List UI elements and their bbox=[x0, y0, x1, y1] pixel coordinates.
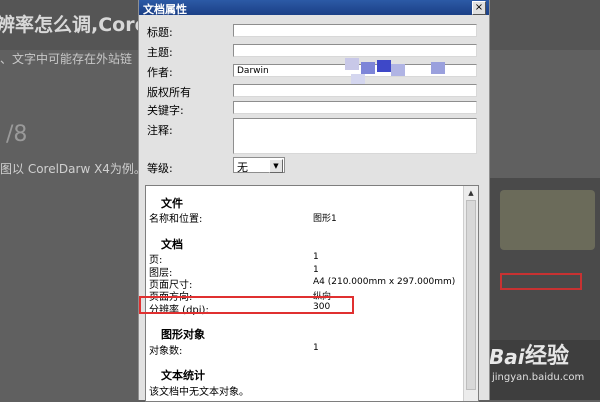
info-row-label: 对象数: bbox=[149, 346, 183, 357]
grade-value: 无 bbox=[237, 161, 248, 174]
keywords-label: 关键字: bbox=[147, 104, 184, 117]
info-row-label: 该文档中无文本对象。 bbox=[149, 387, 249, 398]
document-properties-dialog: 文档属性 × 标题: 主题: 作者: Darwin 版权所有 关键字: 注释: … bbox=[138, 0, 490, 402]
section-graphic-objects: 图形对象 bbox=[161, 328, 205, 341]
document-info-panel: 文件 名称和位置: 图形1 文档 页: 1 图层: 1 页面尺寸: A4 (21… bbox=[145, 185, 479, 402]
subject-label: 主题: bbox=[147, 46, 173, 59]
info-row-value: 1 bbox=[313, 265, 319, 275]
close-button[interactable]: × bbox=[472, 1, 486, 15]
thumbnail-image bbox=[500, 190, 595, 250]
thumbnail-highlight bbox=[500, 273, 582, 290]
title-label: 标题: bbox=[147, 26, 173, 39]
scroll-up-icon[interactable]: ▲ bbox=[465, 188, 477, 198]
info-row-value: 图形1 bbox=[313, 214, 337, 224]
section-text-stats: 文本统计 bbox=[161, 369, 205, 382]
dialog-title: 文档属性 bbox=[143, 3, 187, 16]
info-row-value: 1 bbox=[313, 343, 319, 353]
scroll-thumb[interactable] bbox=[466, 200, 476, 390]
info-row-value: 1 bbox=[313, 252, 319, 262]
dialog-titlebar[interactable]: 文档属性 × bbox=[139, 0, 489, 16]
copyright-label: 版权所有 bbox=[147, 86, 191, 99]
blur-mask bbox=[391, 64, 405, 76]
notes-label: 注释: bbox=[147, 124, 173, 137]
info-scrollbar[interactable]: ▲ bbox=[463, 186, 478, 401]
chevron-down-icon[interactable]: ▼ bbox=[269, 159, 283, 173]
info-row-value: A4 (210.000mm x 297.000mm) bbox=[313, 277, 456, 287]
section-file: 文件 bbox=[161, 197, 183, 210]
watermark-url: jingyan.baidu.com bbox=[492, 372, 585, 383]
baidu-paw-icon: Bai bbox=[489, 345, 525, 369]
article-title: 辨率怎么调,Core bbox=[0, 14, 148, 36]
notes-field[interactable] bbox=[233, 118, 477, 154]
info-row-label: 名称和位置: bbox=[149, 214, 203, 225]
article-notice: 、文字中可能存在外站链 bbox=[0, 52, 133, 66]
author-label: 作者: bbox=[147, 66, 173, 79]
grade-select[interactable]: 无 ▼ bbox=[233, 157, 285, 174]
keywords-field[interactable] bbox=[233, 101, 477, 114]
watermark-brand: 经验 bbox=[525, 344, 570, 369]
blur-mask bbox=[345, 58, 359, 70]
blur-mask bbox=[377, 60, 391, 72]
blur-mask bbox=[431, 62, 445, 74]
grade-label: 等级: bbox=[147, 162, 173, 175]
step-intro-text: 图以 CorelDarw X4为例。 bbox=[0, 162, 146, 176]
subject-field[interactable] bbox=[233, 44, 477, 57]
resolution-highlight-box bbox=[139, 296, 354, 314]
step-number: /8 bbox=[6, 122, 28, 147]
copyright-field[interactable] bbox=[233, 84, 477, 97]
blur-mask bbox=[361, 62, 375, 74]
section-document: 文档 bbox=[161, 238, 183, 251]
title-field[interactable] bbox=[233, 24, 477, 37]
